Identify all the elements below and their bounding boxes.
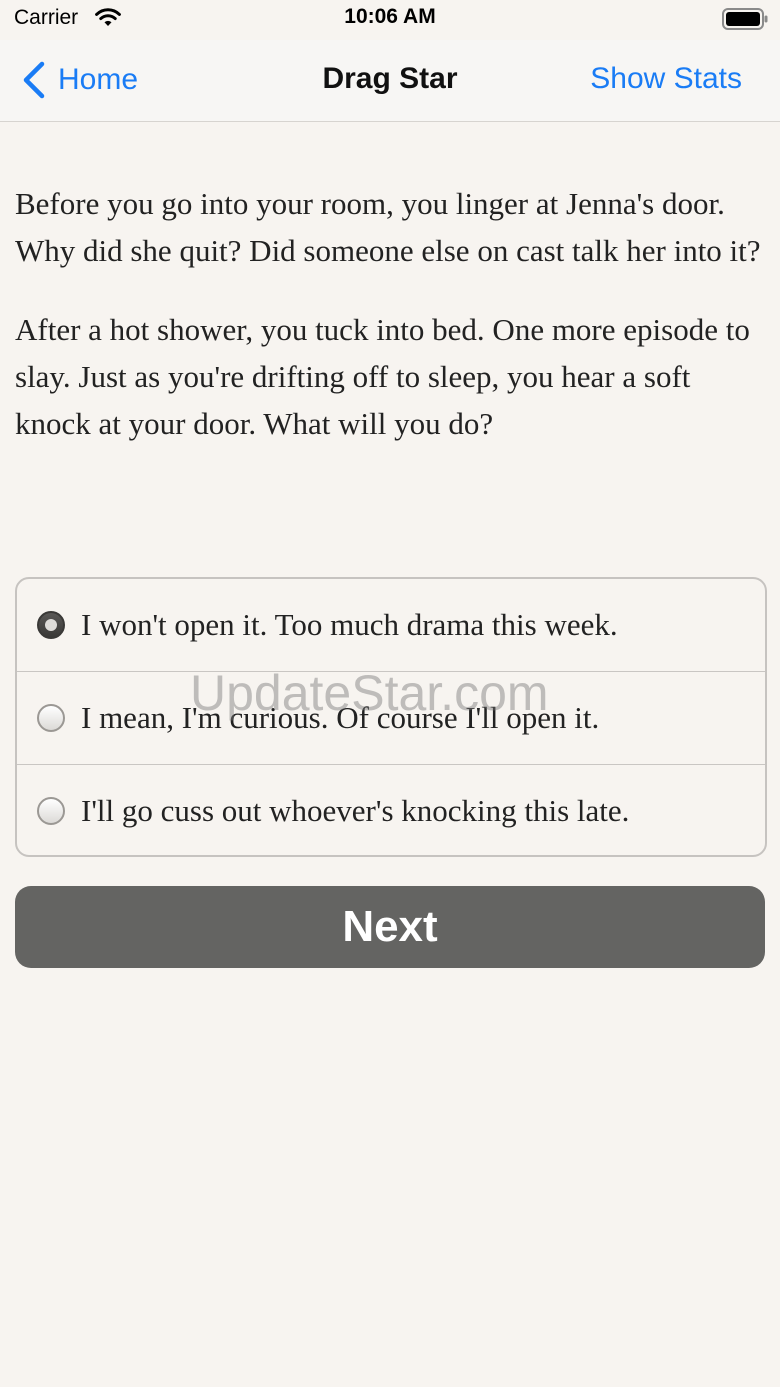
choice-label: I mean, I'm curious. Of course I'll open… xyxy=(81,700,600,735)
story-text: Before you go into your room, you linger… xyxy=(15,180,770,479)
radio-unselected-icon[interactable] xyxy=(37,797,65,825)
choice-label: I'll go cuss out whoever's knocking this… xyxy=(81,793,630,828)
story-paragraph: Before you go into your room, you linger… xyxy=(15,186,761,268)
choice-option-3[interactable]: I'll go cuss out whoever's knocking this… xyxy=(17,764,765,855)
battery-icon xyxy=(722,8,768,30)
navigation-bar: Home Drag Star Show Stats xyxy=(0,40,780,122)
show-stats-button[interactable]: Show Stats xyxy=(590,62,742,96)
choice-list: I won't open it. Too much drama this wee… xyxy=(15,577,767,857)
radio-selected-icon[interactable] xyxy=(37,611,65,639)
next-button[interactable]: Next xyxy=(15,886,765,968)
radio-unselected-icon[interactable] xyxy=(37,704,65,732)
story-paragraph: After a hot shower, you tuck into bed. O… xyxy=(15,312,750,441)
choice-option-1[interactable]: I won't open it. Too much drama this wee… xyxy=(17,579,765,671)
choice-label: I won't open it. Too much drama this wee… xyxy=(81,607,618,642)
choice-option-2[interactable]: I mean, I'm curious. Of course I'll open… xyxy=(17,671,765,764)
status-time: 10:06 AM xyxy=(344,5,436,28)
status-bar: Carrier 10:06 AM xyxy=(0,0,780,40)
